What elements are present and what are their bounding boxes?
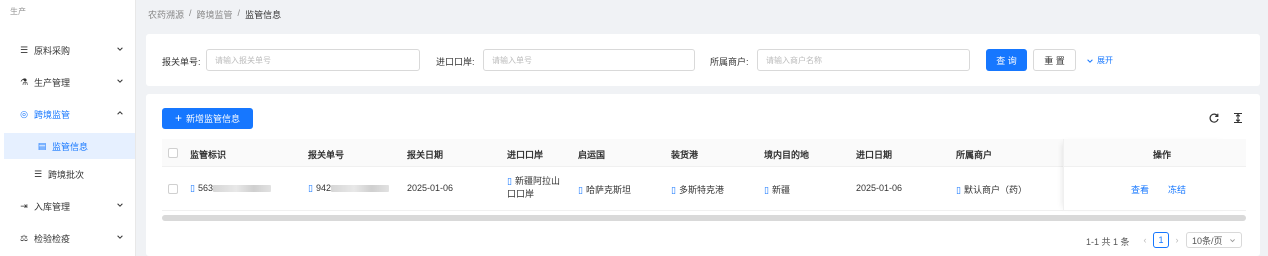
sidebar: 生产 ☰ 原料采购 ⚗ 生产管理 ◎ 跨境监管 ▤ 监管信息 ☰ 跨境批次 ⇥ … (0, 0, 136, 256)
horizontal-scrollbar[interactable] (162, 215, 1246, 221)
breadcrumb-item[interactable]: 跨境监管 (197, 8, 233, 21)
login-icon: ⇥ (20, 200, 28, 211)
sidebar-item-raw-material[interactable]: ☰ 原料采购 (0, 37, 136, 63)
refresh-icon[interactable] (1208, 112, 1220, 124)
inspect-icon: ⚖ (19, 232, 29, 243)
merchant-cell: ▯ 默认商户（药） (956, 185, 1027, 195)
chevron-down-icon (117, 79, 123, 83)
sidebar-item-supervision-info[interactable]: ▤ 监管信息 (4, 133, 135, 159)
breadcrumb-current: 监管信息 (245, 10, 282, 20)
breadcrumb-separator: / (237, 8, 241, 18)
chevron-down-icon (1230, 239, 1235, 243)
sidebar-item-label: 原料采购 (34, 45, 71, 56)
list-icon: ☰ (19, 44, 29, 55)
column-header: 进口口岸 (507, 150, 544, 160)
next-page-icon[interactable]: › (1172, 232, 1182, 248)
sidebar-item-label: 入库管理 (34, 201, 71, 212)
plus-icon: + (174, 111, 182, 125)
reset-button[interactable]: 重 置 (1033, 49, 1076, 71)
origin-country-cell: ▯ 哈萨克斯坦 (578, 185, 631, 195)
redacted-text (212, 185, 271, 193)
copy-icon[interactable]: ▯ (308, 183, 313, 193)
add-supervision-button[interactable]: + 新增监管信息 (162, 108, 253, 129)
fixed-action-column (1063, 139, 1230, 211)
sidebar-header: 生产 (10, 7, 26, 16)
declaration-no-label: 报关单号: (162, 57, 201, 67)
merchant-input[interactable] (757, 49, 970, 71)
page-size-select[interactable]: 10条/页 (1186, 232, 1242, 248)
import-port-label: 进口口岸: (436, 57, 475, 67)
sidebar-item-label: 监管信息 (52, 141, 89, 152)
column-header: 装货港 (671, 150, 699, 160)
document-check-icon: ▤ (37, 140, 47, 151)
search-button[interactable]: 查 询 (986, 49, 1027, 71)
sidebar-item-inspection[interactable]: ⚖ 检验检疫 (0, 225, 136, 251)
prev-page-icon[interactable]: ‹ (1140, 232, 1150, 248)
breadcrumb-item[interactable]: 农药溯源 (148, 8, 184, 21)
sidebar-item-label: 跨境批次 (48, 169, 85, 180)
column-height-icon[interactable] (1232, 112, 1244, 124)
merchant-label: 所属商户: (710, 57, 749, 67)
destination-cell: ▯ 新疆 (764, 185, 790, 195)
sidebar-item-label: 检验检疫 (34, 233, 71, 244)
copy-icon[interactable]: ▯ (190, 183, 195, 193)
sidebar-item-label: 生产管理 (34, 77, 71, 88)
redacted-text (330, 185, 389, 193)
chevron-down-icon (117, 203, 123, 207)
declaration-date-cell: 2025-01-06 (407, 183, 454, 193)
globe-icon: ◎ (20, 108, 28, 119)
breadcrumb-separator: / (189, 8, 192, 18)
sidebar-item-production[interactable]: ⚗ 生产管理 (0, 69, 136, 95)
table-panel: + 新增监管信息 监管标识 报关单号 报关日期 进口口岸 启运国 装货港 境内目… (146, 94, 1260, 256)
import-date-cell: 2025-01-06 (856, 183, 903, 193)
import-port-cell: ▯ 新疆阿拉山 口口岸 (507, 176, 560, 199)
column-header: 进口日期 (856, 150, 893, 160)
list-icon: ☰ (33, 168, 43, 179)
import-port-input[interactable] (483, 49, 695, 71)
sidebar-item-cross-border[interactable]: ◎ 跨境监管 (0, 101, 136, 127)
chevron-down-icon (117, 235, 123, 239)
column-header: 启运国 (578, 150, 606, 160)
expand-label: 展开 (1097, 56, 1113, 65)
column-header: 报关单号 (308, 150, 345, 160)
add-button-label: 新增监管信息 (186, 114, 241, 124)
expand-toggle[interactable]: 展开 (1086, 55, 1113, 66)
copy-icon[interactable]: ▯ (507, 176, 512, 186)
row-checkbox[interactable] (168, 184, 178, 194)
copy-icon[interactable]: ▯ (671, 185, 676, 195)
select-all-checkbox[interactable] (168, 148, 178, 158)
page-number-current[interactable]: 1 (1153, 232, 1169, 248)
declaration-no-cell: ▯ 942 (308, 183, 389, 194)
chevron-down-icon (1087, 58, 1093, 63)
sidebar-item-cross-border-batch[interactable]: ☰ 跨境批次 (0, 161, 136, 187)
sidebar-item-label: 跨境监管 (34, 109, 71, 120)
filter-panel: 报关单号: 进口口岸: 所属商户: 查 询 重 置 展开 (146, 34, 1260, 86)
column-header: 境内目的地 (764, 150, 810, 160)
chevron-down-icon (117, 47, 123, 51)
pagination-summary: 1-1 共 1 条 (1086, 236, 1130, 247)
breadcrumb: 农药溯源 / 跨境监管 / 监管信息 (148, 8, 281, 21)
scrollbar-thumb[interactable] (162, 215, 1246, 221)
sidebar-item-warehousing[interactable]: ⇥ 入库管理 (0, 193, 136, 219)
column-header: 所属商户 (956, 150, 993, 160)
chevron-up-icon (117, 111, 123, 115)
declaration-no-input[interactable] (206, 49, 420, 71)
column-header: 监管标识 (190, 150, 227, 160)
column-header: 报关日期 (407, 150, 444, 160)
loading-port-cell: ▯ 多斯特克港 (671, 185, 724, 195)
copy-icon[interactable]: ▯ (956, 185, 961, 195)
supervision-id-cell: ▯ 563 (190, 183, 271, 194)
copy-icon[interactable]: ▯ (764, 185, 769, 195)
flask-icon: ⚗ (19, 76, 29, 87)
copy-icon[interactable]: ▯ (578, 185, 583, 195)
